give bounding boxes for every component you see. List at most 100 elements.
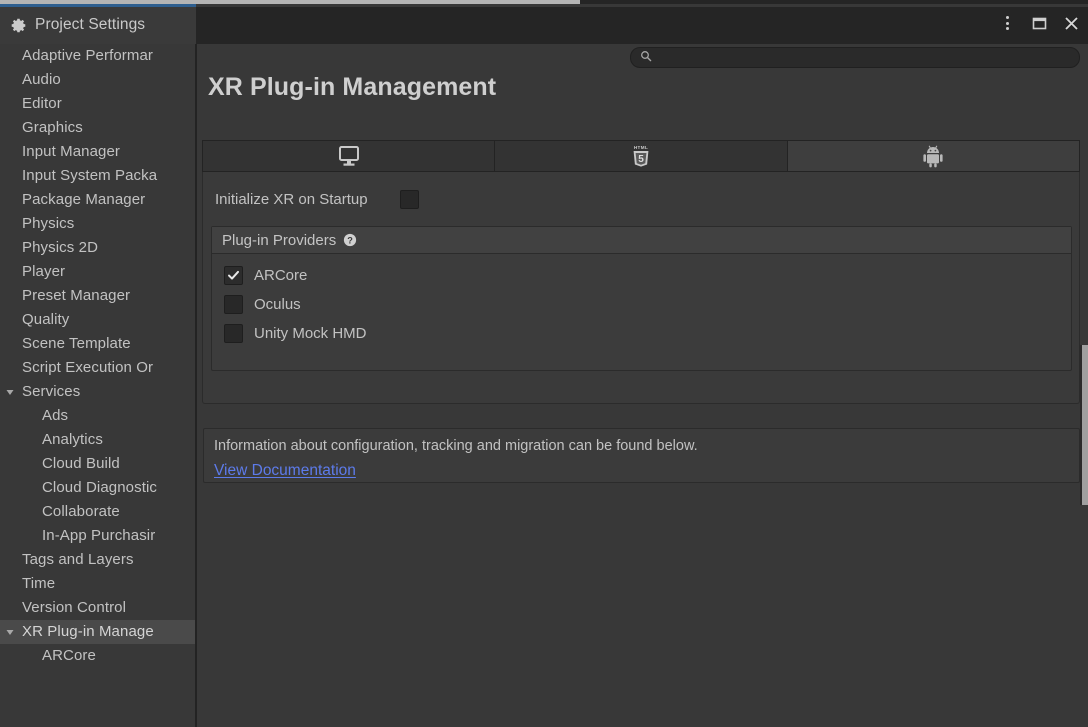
sidebar-item-label: In-App Purchasir <box>0 524 155 548</box>
sidebar-item-label: Analytics <box>0 428 103 452</box>
sidebar-item-services[interactable]: Services <box>0 380 195 404</box>
sidebar-item-label: Script Execution Or <box>0 356 153 380</box>
xr-settings-panel: Initialize XR on Startup Plug-in Provide… <box>202 172 1080 404</box>
sidebar-item-input-system-packa[interactable]: Input System Packa <box>0 164 195 188</box>
initialize-xr-checkbox[interactable] <box>400 190 419 209</box>
platform-tab-android-robot[interactable] <box>788 141 1079 171</box>
sidebar-item-label: Ads <box>0 404 68 428</box>
platform-tab-desktop-monitor[interactable] <box>203 141 495 171</box>
provider-checkbox[interactable] <box>224 295 243 314</box>
provider-checkbox[interactable] <box>224 266 243 285</box>
sidebar-item-label: Physics 2D <box>0 236 98 260</box>
sidebar-item-script-execution-or[interactable]: Script Execution Or <box>0 356 195 380</box>
search-input[interactable] <box>658 51 1070 65</box>
sidebar-item-label: XR Plug-in Manage <box>0 620 154 644</box>
sidebar-item-xr-plug-in-manage[interactable]: XR Plug-in Manage <box>0 620 195 644</box>
sidebar-item-label: Audio <box>0 68 61 92</box>
sidebar-item-label: Tags and Layers <box>0 548 134 572</box>
sidebar-item-label: Input Manager <box>0 140 120 164</box>
svg-text:?: ? <box>347 236 353 246</box>
window-tab-title: Project Settings <box>35 16 145 34</box>
kebab-menu-icon[interactable] <box>998 14 1016 32</box>
window-top-strip-dark <box>580 0 1088 4</box>
initialize-xr-label: Initialize XR on Startup <box>215 191 368 208</box>
sidebar-item-label: ARCore <box>0 644 96 668</box>
html5-webgl-icon: HTML 5 <box>630 144 652 168</box>
sidebar-item-in-app-purchasir[interactable]: In-App Purchasir <box>0 524 195 548</box>
sidebar-item-scene-template[interactable]: Scene Template <box>0 332 195 356</box>
view-documentation-link[interactable]: View Documentation <box>214 462 356 480</box>
plugin-providers-header: Plug-in Providers ? <box>212 227 1071 254</box>
sidebar-item-label: Scene Template <box>0 332 131 356</box>
sidebar-item-physics[interactable]: Physics <box>0 212 195 236</box>
sidebar-item-package-manager[interactable]: Package Manager <box>0 188 195 212</box>
active-tab-accent <box>0 4 196 7</box>
sidebar-item-preset-manager[interactable]: Preset Manager <box>0 284 195 308</box>
sidebar-item-quality[interactable]: Quality <box>0 308 195 332</box>
settings-content: XR Plug-in Management HTML 5 Initialize X… <box>197 70 1088 727</box>
close-icon[interactable] <box>1062 14 1080 32</box>
help-icon[interactable]: ? <box>343 233 357 247</box>
sidebar-item-arcore[interactable]: ARCore <box>0 644 195 668</box>
provider-label: Unity Mock HMD <box>254 325 367 342</box>
sidebar-item-physics-2d[interactable]: Physics 2D <box>0 236 195 260</box>
sidebar-item-version-control[interactable]: Version Control <box>0 596 195 620</box>
svg-text:HTML: HTML <box>634 145 648 150</box>
desktop-monitor-icon <box>337 145 361 167</box>
sidebar-item-label: Quality <box>0 308 69 332</box>
settings-sidebar[interactable]: Adaptive PerformarAudioEditorGraphicsInp… <box>0 44 195 727</box>
sidebar-item-label: Collaborate <box>0 500 120 524</box>
sidebar-item-player[interactable]: Player <box>0 260 195 284</box>
search-icon <box>640 49 652 67</box>
provider-row[interactable]: Oculus <box>224 290 1071 319</box>
provider-row[interactable]: ARCore <box>224 261 1071 290</box>
platform-tab-bar[interactable]: HTML 5 <box>202 140 1080 172</box>
sidebar-item-cloud-diagnostic[interactable]: Cloud Diagnostic <box>0 476 195 500</box>
page-title: XR Plug-in Management <box>208 73 496 102</box>
provider-row[interactable]: Unity Mock HMD <box>224 319 1071 348</box>
sidebar-item-collaborate[interactable]: Collaborate <box>0 500 195 524</box>
sidebar-item-adaptive-performar[interactable]: Adaptive Performar <box>0 44 195 68</box>
window-controls <box>998 10 1080 36</box>
window-tab-label-group[interactable]: Project Settings <box>10 11 145 39</box>
expand-triangle-icon[interactable] <box>4 626 16 638</box>
android-robot-icon <box>922 144 944 168</box>
sidebar-item-label: Input System Packa <box>0 164 157 188</box>
sidebar-item-label: Preset Manager <box>0 284 130 308</box>
sidebar-item-label: Physics <box>0 212 74 236</box>
provider-label: ARCore <box>254 267 307 284</box>
maximize-icon[interactable] <box>1030 14 1048 32</box>
plugin-providers-list: ARCore Oculus Unity Mock HMD <box>212 254 1071 348</box>
sidebar-item-label: Package Manager <box>0 188 145 212</box>
sidebar-item-audio[interactable]: Audio <box>0 68 195 92</box>
info-text: Information about configuration, trackin… <box>214 438 1079 454</box>
sidebar-item-graphics[interactable]: Graphics <box>0 116 195 140</box>
plugin-providers-box: Plug-in Providers ? ARCore Oculus Unity Mo… <box>211 226 1072 371</box>
sidebar-item-label: Time <box>0 572 55 596</box>
sidebar-item-editor[interactable]: Editor <box>0 92 195 116</box>
platform-tab-html5-webgl[interactable]: HTML 5 <box>495 141 787 171</box>
sidebar-item-ads[interactable]: Ads <box>0 404 195 428</box>
sidebar-item-input-manager[interactable]: Input Manager <box>0 140 195 164</box>
plugin-providers-title: Plug-in Providers <box>222 232 336 249</box>
sidebar-item-cloud-build[interactable]: Cloud Build <box>0 452 195 476</box>
initialize-xr-row[interactable]: Initialize XR on Startup <box>215 187 419 211</box>
sidebar-item-label: Editor <box>0 92 62 116</box>
vertical-scrollbar[interactable] <box>1082 345 1088 505</box>
sidebar-item-label: Version Control <box>0 596 126 620</box>
sidebar-item-label: Cloud Build <box>0 452 120 476</box>
provider-checkbox[interactable] <box>224 324 243 343</box>
expand-triangle-icon[interactable] <box>4 386 16 398</box>
sidebar-item-label: Graphics <box>0 116 83 140</box>
provider-label: Oculus <box>254 296 301 313</box>
sidebar-item-tags-and-layers[interactable]: Tags and Layers <box>0 548 195 572</box>
sidebar-item-analytics[interactable]: Analytics <box>0 428 195 452</box>
gear-icon <box>10 17 27 34</box>
search-bar-area <box>196 44 1088 70</box>
project-settings-window: Project Settings <box>0 0 1088 727</box>
sidebar-item-label: Cloud Diagnostic <box>0 476 157 500</box>
sidebar-item-label: Player <box>0 260 65 284</box>
svg-text:5: 5 <box>638 154 644 165</box>
sidebar-item-time[interactable]: Time <box>0 572 195 596</box>
search-box[interactable] <box>630 47 1080 68</box>
